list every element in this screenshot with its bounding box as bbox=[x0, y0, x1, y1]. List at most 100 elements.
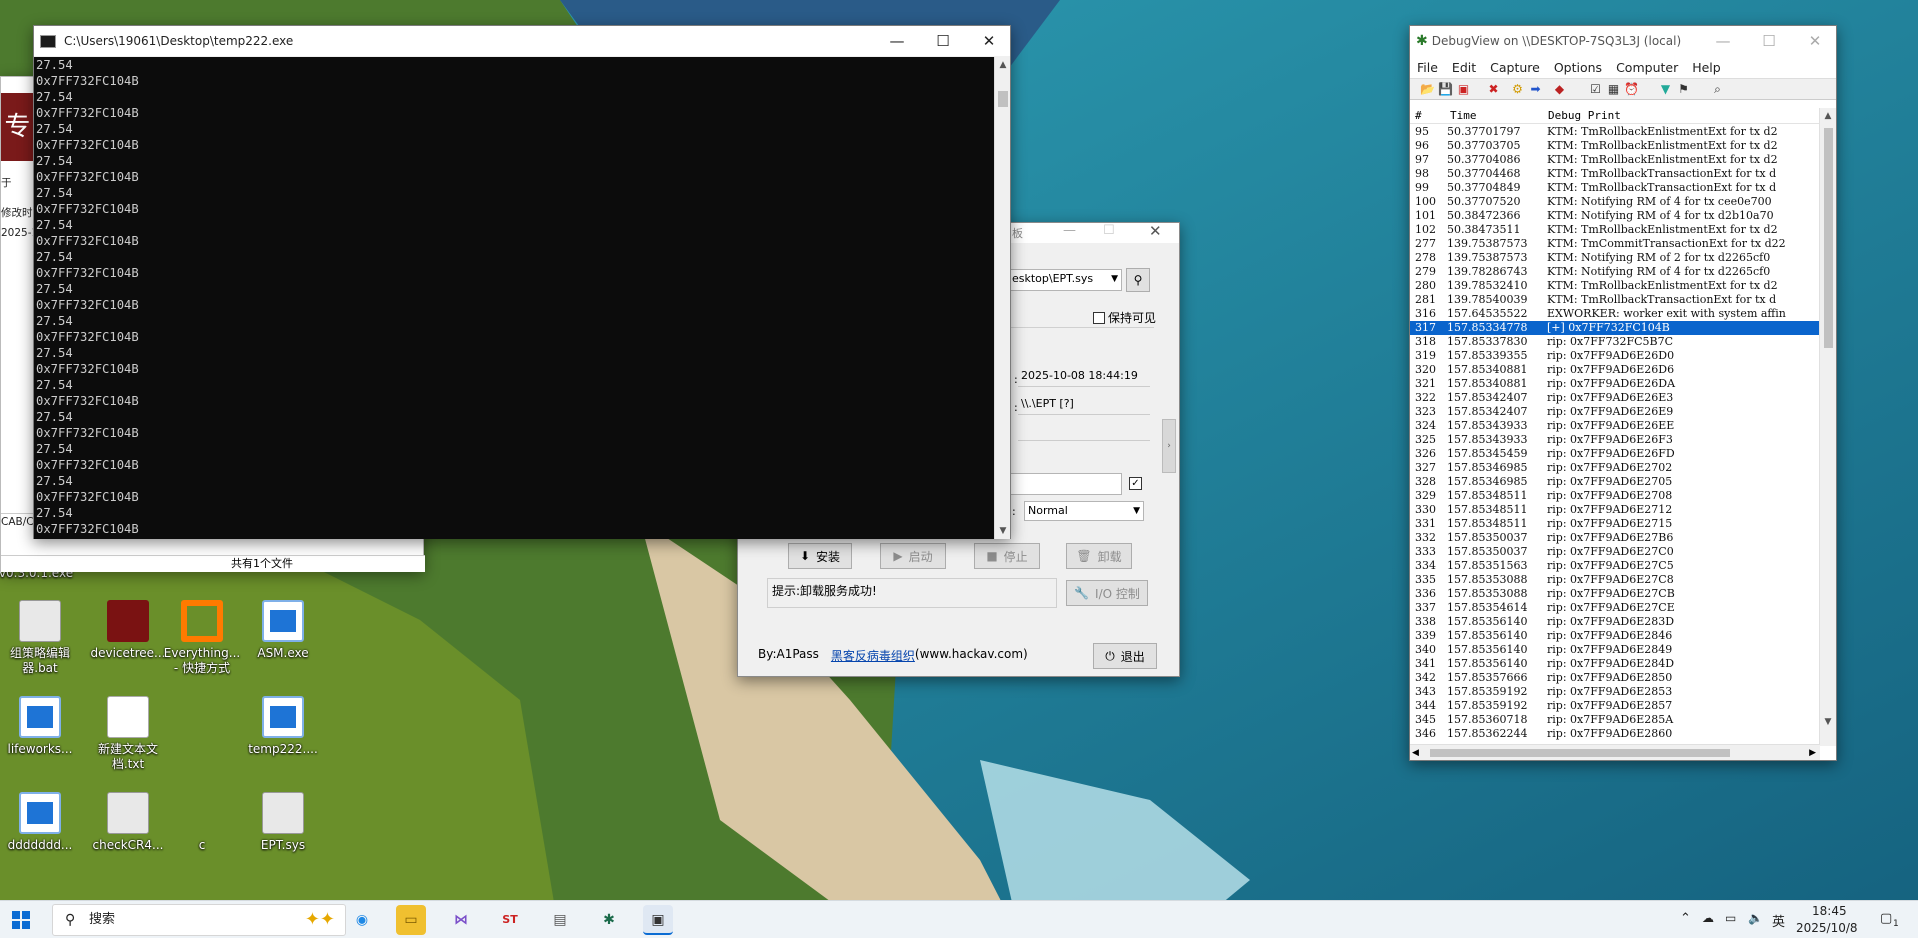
file-explorer-icon[interactable]: ▭ bbox=[396, 905, 426, 935]
log-row[interactable]: 337 157.85354614 rip: 0x7FF9AD6E27CE bbox=[1410, 601, 1820, 615]
log-row[interactable]: 329 157.85348511 rip: 0x7FF9AD6E2708 bbox=[1410, 489, 1820, 503]
log-row[interactable]: 317 157.85334778 [+] 0x7FF732FC104B bbox=[1410, 321, 1820, 335]
menu-item-file[interactable]: File bbox=[1417, 60, 1438, 75]
uninstall-button[interactable]: 🗑 卸载 bbox=[1066, 543, 1132, 569]
col-debug-print[interactable]: Debug Print bbox=[1548, 108, 1621, 124]
chevron-up-icon[interactable]: ⌃ bbox=[1680, 911, 1691, 926]
log-row[interactable]: 328 157.85346985 rip: 0x7FF9AD6E2705 bbox=[1410, 475, 1820, 489]
col-index[interactable]: # bbox=[1415, 108, 1422, 124]
log-row[interactable]: 335 157.85353088 rip: 0x7FF9AD6E27C8 bbox=[1410, 573, 1820, 587]
log-row[interactable]: 341 157.85356140 rip: 0x7FF9AD6E284D bbox=[1410, 657, 1820, 671]
log-row[interactable]: 321 157.85340881 rip: 0x7FF9AD6E26DA bbox=[1410, 377, 1820, 391]
desktop-icon[interactable]: 组策略编辑 器.bat bbox=[0, 600, 80, 676]
log-row[interactable]: 101 50.38472366 KTM: Notifying RM of 4 for… bbox=[1410, 209, 1820, 223]
start-icon[interactable] bbox=[12, 911, 30, 929]
log-row[interactable]: 324 157.85343933 rip: 0x7FF9AD6E26EE bbox=[1410, 419, 1820, 433]
console-scrollbar[interactable]: ▲ ▼ bbox=[994, 57, 1010, 539]
visual-studio-icon[interactable]: ⋈ bbox=[446, 905, 476, 935]
log-row[interactable]: 331 157.85348511 rip: 0x7FF9AD6E2715 bbox=[1410, 517, 1820, 531]
log-row[interactable]: 322 157.85342407 rip: 0x7FF9AD6E26E3 bbox=[1410, 391, 1820, 405]
save-as-icon[interactable]: ▣ bbox=[1456, 82, 1471, 97]
log-row[interactable]: 96 50.37703705 KTM: TmRollbackEnlistmentEx… bbox=[1410, 139, 1820, 153]
clock-icon[interactable]: ⏰ bbox=[1624, 82, 1639, 97]
start-button[interactable]: ▶ 启动 bbox=[880, 543, 946, 569]
menu-item-options[interactable]: Options bbox=[1554, 60, 1602, 75]
console-app-icon[interactable]: ▣ bbox=[643, 905, 673, 935]
close-icon[interactable]: ✕ bbox=[1792, 26, 1838, 56]
log-row[interactable]: 332 157.85350037 rip: 0x7FF9AD6E27B6 bbox=[1410, 531, 1820, 545]
log-row[interactable]: 323 157.85342407 rip: 0x7FF9AD6E26E9 bbox=[1410, 405, 1820, 419]
expand-handle[interactable]: › bbox=[1162, 419, 1176, 473]
install-button[interactable]: ⬇ 安装 bbox=[788, 543, 852, 569]
notification-icon[interactable]: ▢ bbox=[1880, 911, 1892, 926]
log-row[interactable]: 345 157.85360718 rip: 0x7FF9AD6E285A bbox=[1410, 713, 1820, 727]
search-input[interactable]: ⚲ 搜索 ✦✦ bbox=[52, 904, 346, 936]
maximize-icon[interactable]: ☐ bbox=[920, 26, 966, 56]
save-icon[interactable]: 💾 bbox=[1438, 82, 1453, 97]
maximize-icon[interactable]: ☐ bbox=[1103, 223, 1115, 238]
autoscroll-icon[interactable]: ➡ bbox=[1528, 82, 1543, 97]
network-icon[interactable]: ▭ bbox=[1725, 911, 1736, 925]
log-row[interactable]: 342 157.85357666 rip: 0x7FF9AD6E2850 bbox=[1410, 671, 1820, 685]
desktop-icon[interactable]: EPT.sys bbox=[243, 792, 323, 853]
browse-button[interactable]: ⚲ bbox=[1126, 268, 1150, 292]
log-row[interactable]: 100 50.37707520 KTM: Notifying RM of 4 for… bbox=[1410, 195, 1820, 209]
filter-icon[interactable]: ☑ bbox=[1588, 82, 1603, 97]
log-row[interactable]: 334 157.85351563 rip: 0x7FF9AD6E27C5 bbox=[1410, 559, 1820, 573]
log-row[interactable]: 343 157.85359192 rip: 0x7FF9AD6E2853 bbox=[1410, 685, 1820, 699]
edge-icon[interactable]: ◉ bbox=[347, 905, 377, 935]
console-output[interactable]: 27.54 0x7FF732FC104B 27.54 0x7FF732FC104B 27… bbox=[34, 57, 995, 539]
stop-button[interactable]: ■ 停止 bbox=[974, 543, 1040, 569]
param-checkbox[interactable]: ✓ bbox=[1129, 477, 1142, 490]
exit-button[interactable]: ⏻ 退出 bbox=[1093, 643, 1157, 669]
log-row[interactable]: 333 157.85350037 rip: 0x7FF9AD6E27C0 bbox=[1410, 545, 1820, 559]
log-row[interactable]: 316 157.64535522 EXWORKER: worker exit wit… bbox=[1410, 307, 1820, 321]
desktop-icon[interactable]: devicetree... bbox=[88, 600, 168, 661]
log-row[interactable]: 281 139.78540039 KTM: TmRollbackTransactio… bbox=[1410, 293, 1820, 307]
find-icon[interactable]: ⌕ bbox=[1710, 82, 1725, 97]
desktop-icon[interactable]: temp222.... bbox=[243, 696, 323, 757]
log-row[interactable]: 336 157.85353088 rip: 0x7FF9AD6E27CB bbox=[1410, 587, 1820, 601]
log-row[interactable]: 97 50.37704086 KTM: TmRollbackEnlistmentEx… bbox=[1410, 153, 1820, 167]
desktop-icon[interactable]: ASM.exe bbox=[243, 600, 323, 661]
open-icon[interactable]: 📂 bbox=[1420, 82, 1435, 97]
log-row[interactable]: 95 50.37701797 KTM: TmRollbackEnlistmentEx… bbox=[1410, 125, 1820, 139]
log-horizontal-scrollbar[interactable]: ◀ ▶ bbox=[1410, 744, 1820, 760]
close-icon[interactable]: ✕ bbox=[1149, 222, 1162, 240]
minimize-icon[interactable]: — bbox=[874, 26, 920, 56]
clock-date[interactable]: 2025/10/8 bbox=[1796, 921, 1858, 935]
clear-icon[interactable]: ✖ bbox=[1486, 82, 1501, 97]
desktop-icon[interactable]: ddddddd... bbox=[0, 792, 80, 853]
menu-item-edit[interactable]: Edit bbox=[1452, 60, 1476, 75]
desktop-icon[interactable]: Everything... - 快捷方式 bbox=[162, 600, 242, 676]
log-list[interactable]: 95 50.37701797 KTM: TmRollbackEnlistmentEx… bbox=[1410, 125, 1820, 745]
log-row[interactable]: 330 157.85348511 rip: 0x7FF9AD6E2712 bbox=[1410, 503, 1820, 517]
cloud-offline-icon[interactable]: ☁ bbox=[1702, 911, 1714, 925]
log-row[interactable]: 279 139.78286743 KTM: Notifying RM of 4 fo… bbox=[1410, 265, 1820, 279]
log-row[interactable]: 98 50.37704468 KTM: TmRollbackTransactionE… bbox=[1410, 167, 1820, 181]
debugview-app-icon[interactable]: ✱ bbox=[594, 905, 624, 935]
ime-indicator[interactable]: 英 bbox=[1772, 911, 1785, 930]
log-row[interactable]: 325 157.85343933 rip: 0x7FF9AD6E26F3 bbox=[1410, 433, 1820, 447]
io-control-button[interactable]: 🔧 I/O 控制 bbox=[1066, 580, 1148, 606]
org-link[interactable]: 黑客反病毒组织 bbox=[831, 647, 915, 664]
bookmark-icon[interactable]: ⚑ bbox=[1676, 82, 1691, 97]
volume-icon[interactable]: 🔈 bbox=[1748, 911, 1763, 925]
menu-item-computer[interactable]: Computer bbox=[1616, 60, 1678, 75]
minimize-icon[interactable]: — bbox=[1063, 223, 1076, 238]
highlight-icon[interactable]: ▼ bbox=[1658, 82, 1673, 97]
col-time[interactable]: Time bbox=[1450, 108, 1477, 124]
desktop-icon[interactable]: 新建文本文 档.txt bbox=[88, 696, 168, 772]
kernel-icon[interactable]: ◆ bbox=[1552, 82, 1567, 97]
maximize-icon[interactable]: ☐ bbox=[1746, 26, 1792, 56]
menu-item-capture[interactable]: Capture bbox=[1490, 60, 1540, 75]
driver-path-field[interactable]: esktop\EPT.sys ▼ bbox=[1008, 269, 1122, 291]
log-row[interactable]: 277 139.75387573 KTM: TmCommitTransactionE… bbox=[1410, 237, 1820, 251]
log-row[interactable]: 340 157.85356140 rip: 0x7FF9AD6E2849 bbox=[1410, 643, 1820, 657]
desktop-icon[interactable]: c bbox=[162, 792, 242, 853]
log-row[interactable]: 327 157.85346985 rip: 0x7FF9AD6E2702 bbox=[1410, 461, 1820, 475]
log-row[interactable]: 320 157.85340881 rip: 0x7FF9AD6E26D6 bbox=[1410, 363, 1820, 377]
log-row[interactable]: 319 157.85339355 rip: 0x7FF9AD6E26D0 bbox=[1410, 349, 1820, 363]
log-row[interactable]: 344 157.85359192 rip: 0x7FF9AD6E2857 bbox=[1410, 699, 1820, 713]
sysinternals-icon[interactable]: ST bbox=[495, 905, 525, 935]
